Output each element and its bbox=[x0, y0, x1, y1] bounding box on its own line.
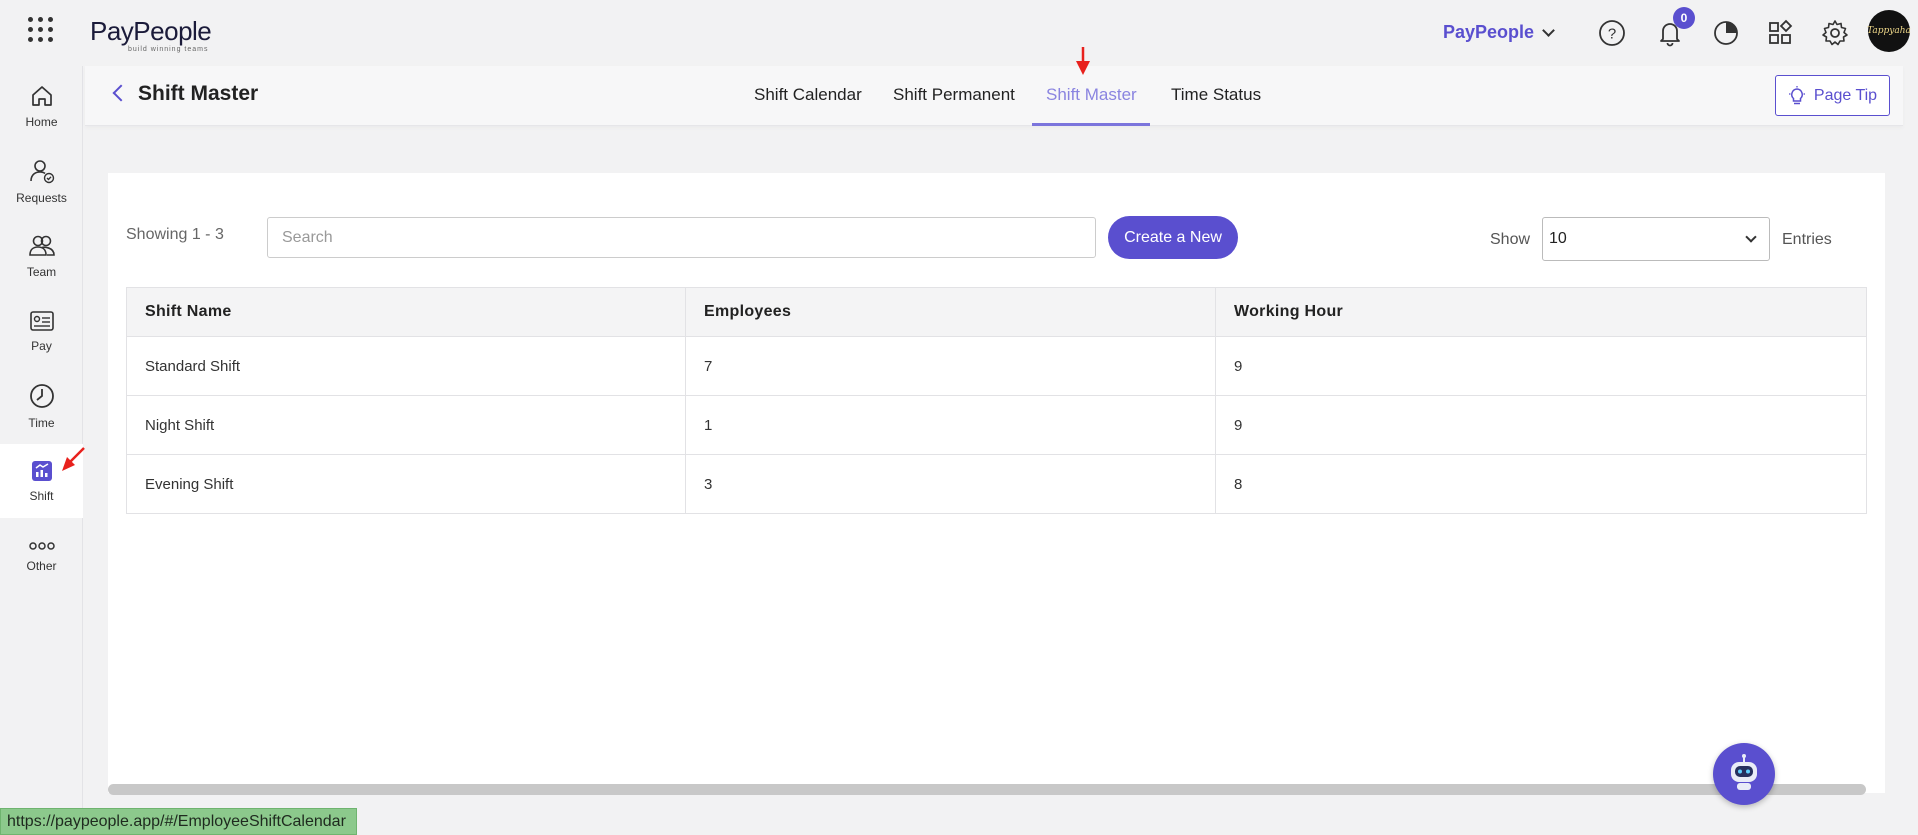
robot-icon bbox=[1731, 754, 1757, 790]
search-input[interactable] bbox=[267, 217, 1096, 258]
logo-tagline: build winning teams bbox=[128, 46, 209, 53]
shift-name-cell: Night Shift bbox=[126, 395, 686, 455]
requests-icon bbox=[29, 160, 54, 184]
show-label: Show bbox=[1490, 231, 1531, 248]
page-tip-label: Page Tip bbox=[1813, 86, 1878, 104]
working-hour-cell: 9 bbox=[1215, 336, 1867, 396]
more-icon bbox=[28, 542, 55, 550]
annotation-arrow-down-icon bbox=[1076, 47, 1090, 75]
annotation-arrow-diagonal-icon bbox=[62, 447, 85, 471]
chevron-down-icon bbox=[1542, 24, 1555, 37]
page-title: Shift Master bbox=[138, 82, 259, 105]
employees-cell: 3 bbox=[685, 454, 1216, 514]
home-icon bbox=[31, 86, 52, 106]
active-tab-indicator bbox=[1032, 123, 1150, 126]
tab-shift-calendar[interactable]: Shift Calendar bbox=[754, 85, 862, 105]
employees-cell: 7 bbox=[685, 336, 1216, 396]
shift-table: Shift Name Employees Working Hour Standa… bbox=[126, 287, 1867, 514]
sidebar-item-label: Shift bbox=[29, 489, 54, 503]
showing-count: Showing 1 - 3 bbox=[126, 226, 224, 243]
tab-time-status[interactable]: Time Status bbox=[1171, 85, 1261, 105]
back-chevron-icon[interactable] bbox=[112, 84, 130, 102]
shift-icon bbox=[31, 461, 52, 481]
clock-icon bbox=[29, 384, 54, 408]
table-header-row: Shift Name Employees Working Hour bbox=[126, 287, 1867, 337]
shift-master-card: Showing 1 - 3 Create a New Show 10 Entri… bbox=[108, 173, 1885, 793]
sidebar-item-home[interactable]: Home bbox=[0, 69, 83, 143]
shift-name-cell: Evening Shift bbox=[126, 454, 686, 514]
status-url: https://paypeople.app/#/EmployeeShiftCal… bbox=[0, 808, 357, 835]
working-hour-cell: 9 bbox=[1215, 395, 1867, 455]
company-switcher[interactable]: PayPeople bbox=[1443, 22, 1555, 43]
sidebar-item-label: Pay bbox=[31, 339, 52, 353]
svg-text:?: ? bbox=[1608, 26, 1616, 43]
sidebar-item-label: Team bbox=[26, 265, 57, 279]
page-tip-button[interactable]: Page Tip bbox=[1775, 75, 1890, 116]
apps-grid-icon[interactable] bbox=[28, 17, 54, 43]
column-header[interactable]: Working Hour bbox=[1215, 287, 1867, 337]
table-row[interactable]: Standard Shift 7 9 bbox=[126, 336, 1867, 396]
entries-value: 10 bbox=[1549, 230, 1567, 247]
sidebar-item-label: Requests bbox=[16, 191, 67, 205]
widgets-icon[interactable] bbox=[1765, 18, 1795, 48]
gear-icon[interactable] bbox=[1820, 18, 1850, 48]
sidebar-item-other[interactable]: Other bbox=[0, 519, 83, 593]
chevron-down-icon bbox=[1745, 231, 1757, 243]
sidebar-item-time[interactable]: Time bbox=[0, 369, 83, 443]
tab-shift-master[interactable]: Shift Master bbox=[1046, 85, 1137, 105]
sidebar-item-requests[interactable]: Requests bbox=[0, 144, 83, 218]
column-header[interactable]: Shift Name bbox=[126, 287, 686, 337]
entries-select[interactable]: 10 bbox=[1542, 217, 1770, 261]
avatar-text: Tappyaha bbox=[1867, 26, 1911, 36]
sidebar-item-team[interactable]: Team bbox=[0, 219, 83, 293]
shift-name-cell: Standard Shift bbox=[126, 336, 686, 396]
chatbot-icon[interactable] bbox=[1713, 743, 1775, 805]
lightbulb-icon bbox=[1788, 85, 1805, 104]
sidebar-item-label: Other bbox=[26, 559, 57, 573]
page-header: Shift Master Shift Calendar Shift Perman… bbox=[85, 66, 1903, 126]
tab-shift-permanent[interactable]: Shift Permanent bbox=[893, 85, 1015, 105]
horizontal-scrollbar[interactable] bbox=[108, 784, 1866, 795]
entries-label: Entries bbox=[1782, 231, 1832, 248]
sidebar-item-pay[interactable]: Pay bbox=[0, 294, 83, 368]
table-row[interactable]: Night Shift 1 9 bbox=[126, 395, 1867, 455]
table-row[interactable]: Evening Shift 3 8 bbox=[126, 454, 1867, 514]
company-name: PayPeople bbox=[1443, 22, 1535, 42]
team-icon bbox=[28, 235, 55, 256]
column-header[interactable]: Employees bbox=[685, 287, 1216, 337]
pie-chart-icon[interactable] bbox=[1711, 18, 1741, 48]
logo[interactable]: PayPeople build winning teams bbox=[90, 16, 212, 53]
working-hour-cell: 8 bbox=[1215, 454, 1867, 514]
logo-text: PayPeople bbox=[90, 16, 212, 46]
notification-badge: 0 bbox=[1673, 7, 1695, 29]
pay-icon bbox=[29, 311, 54, 331]
help-icon[interactable]: ? bbox=[1597, 18, 1627, 48]
create-new-button[interactable]: Create a New bbox=[1108, 216, 1238, 259]
avatar[interactable]: Tappyaha bbox=[1867, 10, 1911, 52]
sidebar-item-label: Home bbox=[25, 115, 58, 129]
sidebar-item-label: Time bbox=[28, 416, 55, 430]
employees-cell: 1 bbox=[685, 395, 1216, 455]
top-bar: PayPeople build winning teams PayPeople … bbox=[0, 0, 1918, 66]
